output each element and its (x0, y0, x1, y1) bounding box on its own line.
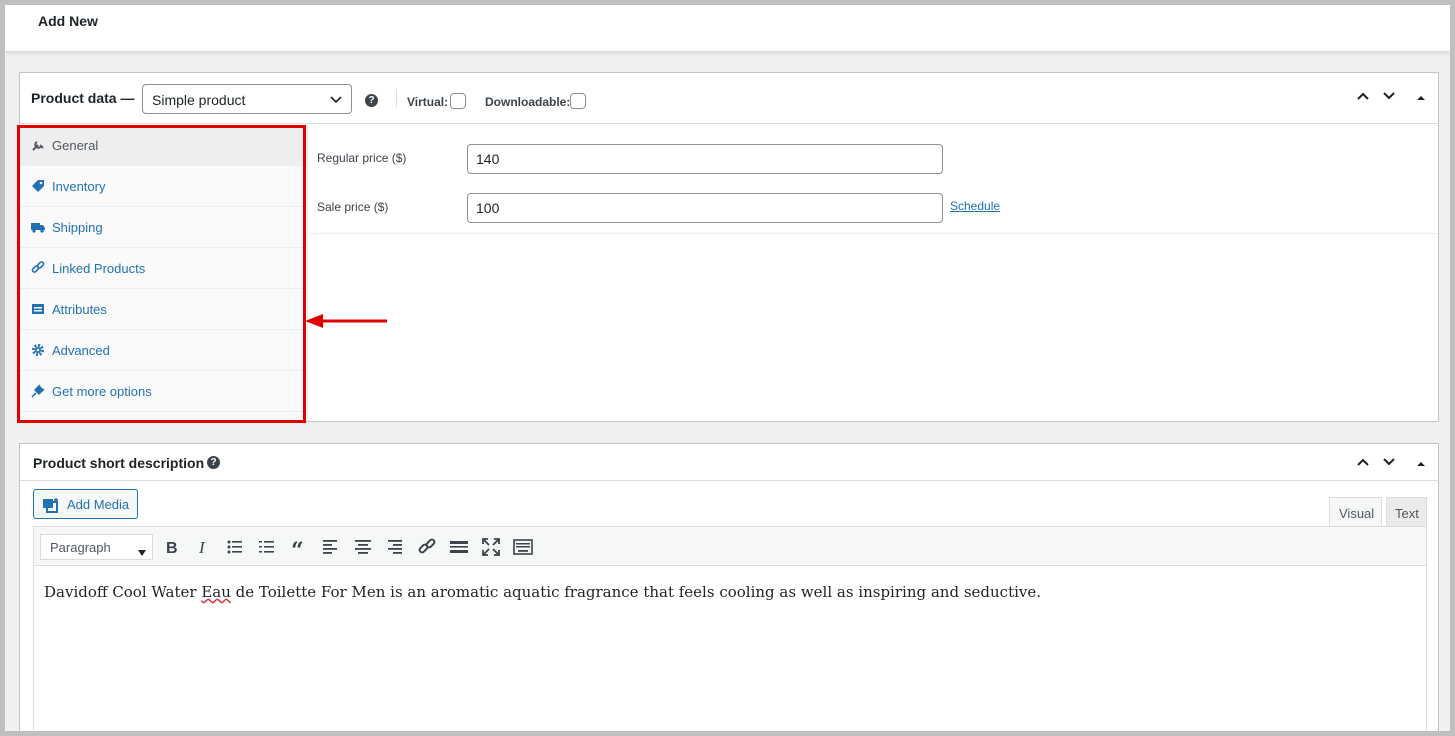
short-description-text: Davidoff Cool Water Eau de Toilette For … (44, 583, 1041, 601)
bullet-list-icon[interactable] (224, 536, 246, 558)
move-up-icon[interactable] (1355, 88, 1371, 107)
format-value: Paragraph (50, 540, 111, 555)
svg-text:I: I (198, 538, 206, 557)
text-segment: de Toilette For Men is an aromatic aquat… (230, 583, 1042, 601)
product-type-select[interactable]: Simple product (142, 84, 352, 114)
sale-price-input[interactable]: 100 (467, 193, 943, 223)
help-icon[interactable]: ? (207, 456, 220, 469)
media-icon (42, 496, 60, 517)
add-media-label: Add Media (67, 497, 130, 512)
tab-visual[interactable]: Visual (1329, 497, 1382, 527)
align-center-icon[interactable] (352, 536, 374, 558)
regular-price-input[interactable]: 140 (467, 144, 943, 174)
move-down-icon[interactable] (1381, 454, 1397, 473)
sale-price-label: Sale price ($) (317, 200, 389, 214)
misspelled-word: Eau (201, 583, 231, 601)
help-icon[interactable]: ? (365, 94, 378, 107)
italic-icon[interactable]: I (192, 536, 214, 558)
downloadable-label: Downloadable: (485, 95, 571, 109)
keyboard-icon[interactable] (512, 536, 534, 558)
link-icon[interactable] (416, 536, 438, 558)
editor-content-area[interactable]: Davidoff Cool Water Eau de Toilette For … (33, 566, 1427, 731)
tab-text[interactable]: Text (1386, 497, 1427, 527)
svg-text:“: “ (291, 538, 304, 558)
short-description-title: Product short description (33, 455, 205, 471)
tab-visual-label: Visual (1339, 506, 1375, 521)
editor-toolbar: Paragraph B I “ (33, 526, 1427, 566)
caret-down-icon (138, 544, 146, 559)
read-more-icon[interactable] (448, 536, 470, 558)
tab-text-label: Text (1395, 506, 1419, 521)
divider (309, 233, 1438, 234)
collapse-icon[interactable] (1416, 456, 1426, 472)
product-data-header: Product data — Simple product ? Virtual:… (20, 73, 1438, 124)
numbered-list-icon[interactable] (256, 536, 278, 558)
screenshot-frame: Add New Product data — Simple product ? … (0, 0, 1455, 736)
virtual-checkbox[interactable] (450, 93, 466, 109)
schedule-link[interactable]: Schedule (950, 199, 1000, 213)
blockquote-icon[interactable]: “ (288, 536, 310, 564)
annotation-arrow-icon (305, 313, 389, 332)
page-title: Add New (38, 13, 98, 29)
product-type-value: Simple product (152, 92, 246, 108)
move-up-icon[interactable] (1355, 454, 1371, 473)
bold-icon[interactable]: B (160, 536, 182, 558)
text-segment: Davidoff Cool Water (44, 583, 202, 601)
add-media-button[interactable]: Add Media (33, 489, 138, 519)
virtual-label: Virtual: (407, 95, 449, 109)
highlight-box (17, 125, 306, 423)
chevron-down-icon (329, 91, 343, 110)
align-left-icon[interactable] (320, 536, 342, 558)
short-description-panel: Product short description ? Add Media Vi… (19, 443, 1439, 731)
align-right-icon[interactable] (384, 536, 406, 558)
collapse-icon[interactable] (1416, 90, 1426, 106)
divider (396, 89, 397, 107)
fullscreen-icon[interactable] (480, 536, 502, 558)
downloadable-checkbox[interactable] (570, 93, 586, 109)
page-header: Add New (5, 5, 1450, 51)
svg-text:B: B (166, 540, 178, 557)
format-select[interactable]: Paragraph (40, 534, 153, 560)
product-data-title: Product data — (31, 90, 135, 106)
regular-price-label: Regular price ($) (317, 151, 407, 165)
move-down-icon[interactable] (1381, 88, 1397, 107)
short-description-header: Product short description ? (20, 444, 1438, 481)
